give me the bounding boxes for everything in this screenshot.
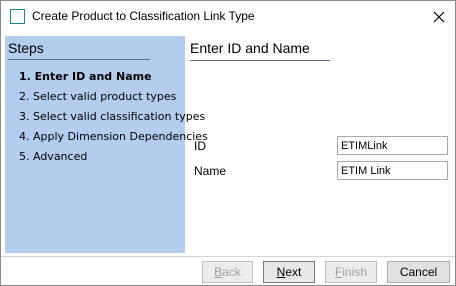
id-label: ID	[194, 139, 206, 153]
window-title: Create Product to Classification Link Ty…	[32, 9, 255, 23]
next-button[interactable]: Next	[263, 261, 315, 283]
footer-divider	[1, 256, 455, 257]
title-bar: Create Product to Classification Link Ty…	[1, 1, 455, 32]
step-item-enter-id-name: 1. Enter ID and Name	[19, 70, 152, 83]
steps-sidebar: Steps 1. Enter ID and Name 2. Select val…	[5, 36, 208, 253]
dialog-window: Create Product to Classification Link Ty…	[0, 0, 456, 286]
page-title: Enter ID and Name	[190, 40, 310, 56]
steps-title: Steps	[8, 40, 44, 56]
back-button[interactable]: Back	[202, 261, 253, 283]
finish-button-mnemonic: F	[334, 265, 343, 279]
back-button-label: ack	[222, 265, 241, 279]
step-item-classification-types: 3. Select valid classification types	[19, 110, 206, 123]
finish-button-label: inish	[342, 265, 368, 279]
name-label: Name	[194, 164, 227, 178]
name-field[interactable]	[337, 161, 448, 180]
cancel-button[interactable]: Cancel	[387, 261, 450, 283]
close-button[interactable]	[429, 7, 449, 27]
step-item-advanced: 5. Advanced	[19, 150, 88, 163]
back-button-mnemonic: B	[214, 265, 223, 279]
step-item-dimension-dependencies: 4. Apply Dimension Dependencies	[19, 130, 208, 143]
close-icon	[433, 11, 445, 23]
window-app-icon	[10, 9, 25, 24]
next-button-mnemonic: N	[276, 265, 286, 279]
finish-button[interactable]: Finish	[325, 261, 377, 283]
page-title-underline	[190, 60, 330, 61]
steps-title-underline	[8, 59, 150, 60]
step-item-product-types: 2. Select valid product types	[19, 90, 177, 103]
id-field[interactable]	[337, 136, 448, 155]
next-button-label: ext	[285, 265, 302, 279]
